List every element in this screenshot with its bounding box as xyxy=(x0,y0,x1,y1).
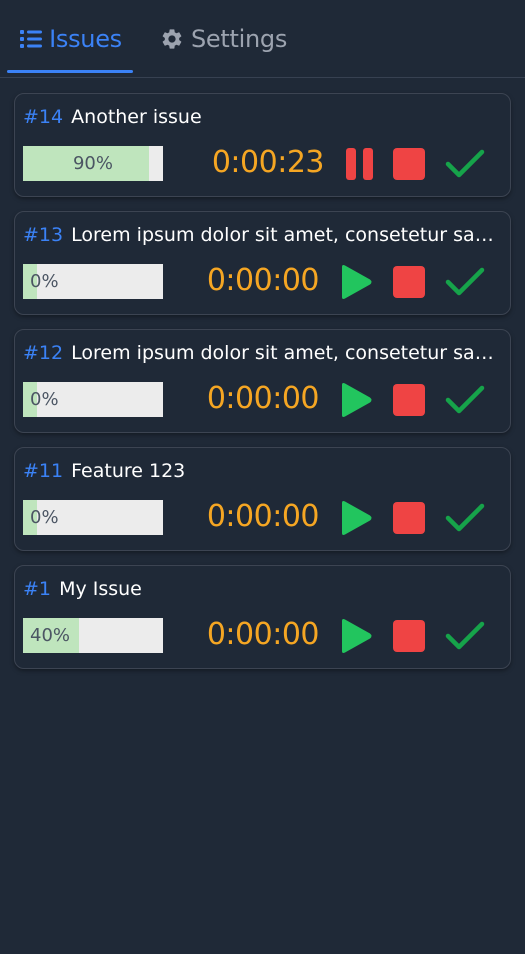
play-button[interactable] xyxy=(338,500,374,536)
issue-title: #14 Another issue xyxy=(23,105,503,129)
stop-button[interactable] xyxy=(391,382,427,418)
progress-bar: 90% xyxy=(23,146,163,181)
issue-number: #13 xyxy=(23,224,64,246)
progress-bar: 0% xyxy=(23,382,163,417)
progress-bar: 0% xyxy=(23,264,163,299)
issue-number: #11 xyxy=(23,460,64,482)
play-icon xyxy=(342,619,372,653)
complete-button[interactable] xyxy=(444,264,486,300)
issue-name: Feature 123 xyxy=(71,460,186,482)
stop-button[interactable] xyxy=(391,264,427,300)
stop-icon xyxy=(393,148,425,180)
tab-bar: Issues Settings xyxy=(0,0,525,78)
issue-number: #14 xyxy=(23,106,64,128)
progress-label: 0% xyxy=(30,507,59,528)
issue-name: My Issue xyxy=(59,578,142,600)
issue-number: #12 xyxy=(23,342,64,364)
complete-button[interactable] xyxy=(444,146,486,182)
play-icon xyxy=(342,265,372,299)
issue-card: #14 Another issue 90% 0:00:23 xyxy=(14,93,511,197)
issue-title: #11 Feature 123 xyxy=(23,459,503,483)
complete-button[interactable] xyxy=(444,382,486,418)
timer: 0:00:23 xyxy=(211,145,325,180)
gear-icon xyxy=(160,27,184,51)
issue-card: #1 My Issue 40% 0:00:00 xyxy=(14,565,511,669)
checkmark-icon xyxy=(445,267,485,296)
timer: 0:00:00 xyxy=(206,263,320,298)
progress-label: 40% xyxy=(30,625,71,646)
issue-title: #1 My Issue xyxy=(23,577,503,601)
tab-settings-label: Settings xyxy=(191,25,288,53)
progress-label: 0% xyxy=(30,271,59,292)
checkmark-icon xyxy=(445,385,485,414)
tab-issues-label: Issues xyxy=(49,25,122,53)
checkmark-icon xyxy=(445,621,485,650)
issue-card: #12 Lorem ipsum dolor sit amet, consetet… xyxy=(14,329,511,433)
progress-label: 0% xyxy=(30,389,59,410)
stop-button[interactable] xyxy=(391,500,427,536)
issue-name: Another issue xyxy=(71,106,202,128)
stop-icon xyxy=(393,384,425,416)
timer: 0:00:00 xyxy=(206,499,320,534)
stop-icon xyxy=(393,502,425,534)
progress-bar: 40% xyxy=(23,618,163,653)
pause-icon xyxy=(346,148,373,180)
issue-title: #12 Lorem ipsum dolor sit amet, consetet… xyxy=(23,341,503,365)
stop-button[interactable] xyxy=(391,146,427,182)
checkmark-icon xyxy=(445,149,485,178)
list-icon xyxy=(20,29,43,49)
issue-number: #1 xyxy=(23,578,52,600)
pause-button[interactable] xyxy=(342,146,378,182)
play-icon xyxy=(342,383,372,417)
play-button[interactable] xyxy=(338,264,374,300)
stop-icon xyxy=(393,620,425,652)
issue-title: #13 Lorem ipsum dolor sit amet, consetet… xyxy=(23,223,503,247)
issue-card: #11 Feature 123 0% 0:00:00 xyxy=(14,447,511,551)
tab-issues[interactable]: Issues xyxy=(7,0,133,78)
timer: 0:00:00 xyxy=(206,381,320,416)
stop-icon xyxy=(393,266,425,298)
play-icon xyxy=(342,501,372,535)
timer: 0:00:00 xyxy=(206,617,320,652)
stop-button[interactable] xyxy=(391,618,427,654)
play-button[interactable] xyxy=(338,382,374,418)
checkmark-icon xyxy=(445,503,485,532)
complete-button[interactable] xyxy=(444,618,486,654)
play-button[interactable] xyxy=(338,618,374,654)
progress-bar: 0% xyxy=(23,500,163,535)
complete-button[interactable] xyxy=(444,500,486,536)
issue-name: Lorem ipsum dolor sit amet, consetetur s… xyxy=(71,224,503,246)
issue-card: #13 Lorem ipsum dolor sit amet, consetet… xyxy=(14,211,511,315)
issue-list: #14 Another issue 90% 0:00:23 #13 Lorem … xyxy=(14,93,511,683)
tab-settings[interactable]: Settings xyxy=(160,0,287,78)
progress-label: 90% xyxy=(72,153,113,174)
issue-name: Lorem ipsum dolor sit amet, consetetur s… xyxy=(71,342,503,364)
